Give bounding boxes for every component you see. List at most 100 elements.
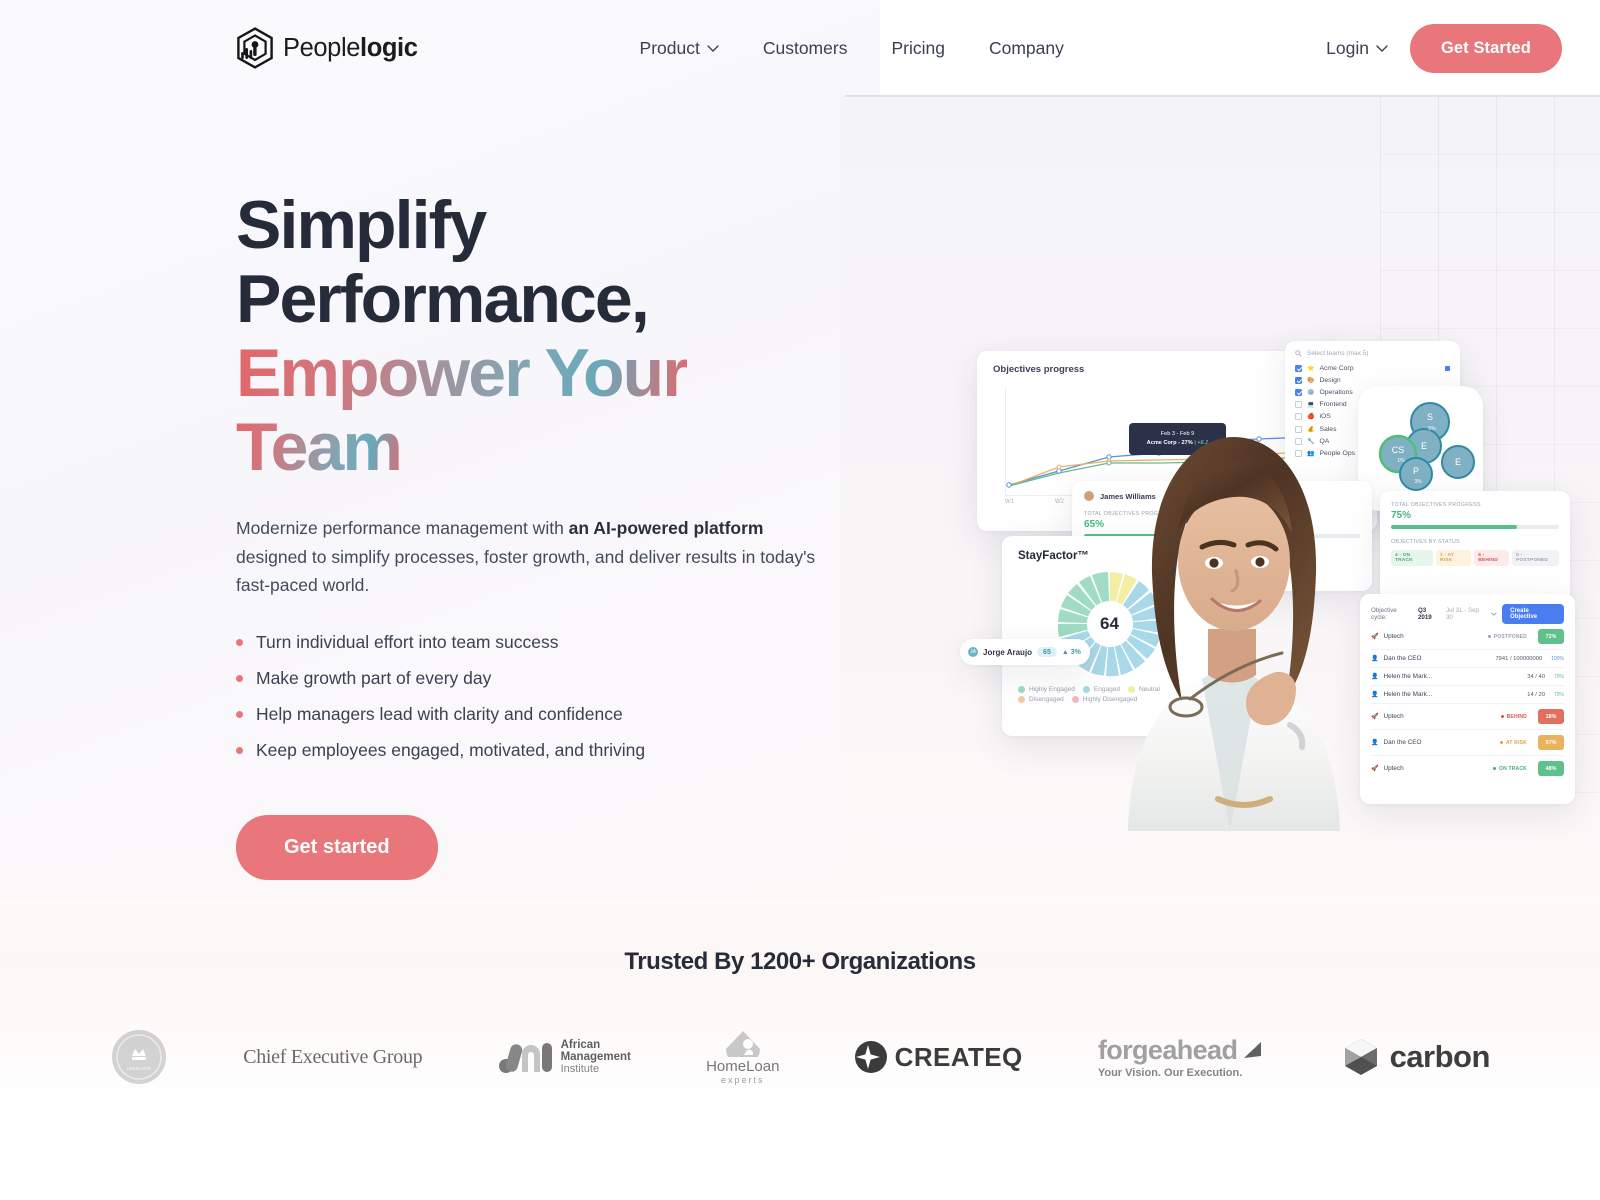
objective-cycle-row: Objective cycle: Q3 2019 Jul 31 - Sep 30… <box>1371 604 1564 624</box>
chevron-down-icon <box>1376 44 1388 52</box>
objective-numbers: 7941 / 100000000 <box>1495 655 1543 662</box>
search-icon <box>1295 350 1302 357</box>
client-logo-homeloan-experts: HomeLoan experts <box>706 1029 779 1085</box>
nav-label-product: Product <box>639 37 700 58</box>
team-row[interactable]: ⭐ Acme Corp <box>1295 362 1450 374</box>
client-logo-ami: African Management Institute <box>498 1039 631 1075</box>
team-label: Frontend <box>1319 401 1347 409</box>
table-row[interactable]: 🚀 Uptech ON TRACK 48% <box>1371 756 1564 781</box>
svg-text:5%: 5% <box>1428 426 1436 432</box>
create-objective-button[interactable]: Create Objective <box>1502 604 1564 624</box>
nav-item-pricing[interactable]: Pricing <box>869 28 967 69</box>
primary-navigation: Product Customers Pricing Company <box>618 28 1086 69</box>
legend-entry: Disengaged <box>1018 696 1064 703</box>
total-objectives-progress-card: TOTAL OBJECTIVES PROGRESS 75% OBJECTIVES… <box>1380 491 1570 601</box>
table-row[interactable]: 🚀 Uptech POSTPONED 72% <box>1371 624 1564 650</box>
team-emoji-icon: ⚙️ <box>1307 389 1315 396</box>
status-badge: ON TRACK <box>1493 766 1527 772</box>
table-row[interactable]: 👤 Helen the Mark... 34 / 40 70% <box>1371 668 1564 686</box>
delta-badge: ▲ 3% <box>1061 648 1081 656</box>
ami-mark-icon <box>498 1043 552 1073</box>
logo[interactable]: Peoplelogic <box>236 27 418 69</box>
subtitle-bold: an AI-powered platform <box>568 518 764 538</box>
client-logo-row: CHARLOTTE Chief Executive Group African … <box>0 1028 1600 1086</box>
table-row[interactable]: 👤 Helen the Mark... 14 / 20 70% <box>1371 686 1564 704</box>
ami-line-1: African <box>560 1039 601 1051</box>
list-item: Turn individual effort into team success <box>236 629 836 655</box>
x-tick: W2 <box>1055 499 1064 505</box>
svg-text:CS: CS <box>1392 445 1405 455</box>
jorge-araujo-row: JA Jorge Araujo 65 ▲ 3% <box>960 639 1090 665</box>
headline-line-3: Empower Your <box>236 335 689 411</box>
get-started-button[interactable]: Get Started <box>1409 23 1562 73</box>
nav-item-product[interactable]: Product <box>618 28 741 69</box>
svg-text:CHARLOTTE: CHARLOTTE <box>127 1066 151 1071</box>
status-kicker: OBJECTIVES BY STATUS <box>1391 539 1460 545</box>
objective-name: Uptech <box>1383 633 1404 640</box>
team-emoji-icon: 🎨 <box>1307 377 1315 384</box>
team-label: Operations <box>1319 388 1353 396</box>
chevron-down-icon <box>707 44 719 52</box>
x-tick: W1 <box>1005 499 1014 505</box>
team-row[interactable]: 🎨 Design <box>1295 374 1450 386</box>
logo-suffix: logic <box>360 33 418 62</box>
client-logo-carbon: carbon <box>1341 1037 1490 1077</box>
nav-label-pricing: Pricing <box>891 37 945 58</box>
header-actions: Login Get Started <box>1322 23 1562 73</box>
legend-label: Highly Engaged <box>1029 686 1075 693</box>
status-label: BEHIND <box>1506 713 1527 720</box>
ami-line-2: Management <box>560 1051 631 1063</box>
cycle-value: Q3 2019 <box>1417 607 1432 621</box>
carbon-wordmark: carbon <box>1389 1039 1491 1074</box>
svg-text:P: P <box>1413 466 1419 476</box>
client-logo-chief-executive-group: Chief Executive Group <box>243 1045 423 1068</box>
headline-line-2: Performance, <box>236 261 650 337</box>
objective-name: Dan the CEO <box>1383 739 1422 746</box>
svg-text:E: E <box>1455 457 1461 467</box>
createq-mark-icon <box>854 1041 887 1073</box>
table-row[interactable]: 👤 Dan the CEO AT RISK 57% <box>1371 730 1564 756</box>
avatar: JA <box>968 647 978 657</box>
status-badge: 6 - BEHIND <box>1474 550 1510 566</box>
hero-person-photo <box>1128 437 1340 831</box>
checkbox[interactable] <box>1295 401 1302 409</box>
checkbox[interactable] <box>1295 376 1302 384</box>
progress-chip: 72% <box>1538 629 1564 644</box>
login-menu[interactable]: Login <box>1322 28 1392 69</box>
progress-chip: 18% <box>1538 709 1564 724</box>
table-row[interactable]: 🚀 Uptech BEHIND 18% <box>1371 704 1564 730</box>
trusted-title: Trusted By 1200+ Organizations <box>624 948 976 975</box>
team-emoji-icon: ⭐ <box>1307 365 1315 372</box>
status-badge: 1 - AT RISK <box>1436 550 1472 566</box>
progress-chip: 57% <box>1538 735 1564 750</box>
nav-item-company[interactable]: Company <box>967 28 1086 69</box>
checkbox[interactable] <box>1295 388 1302 396</box>
nav-item-customers[interactable]: Customers <box>741 28 870 69</box>
list-item: Help managers lead with clarity and conf… <box>236 701 836 727</box>
svg-text:1%: 1% <box>1397 458 1405 464</box>
progress-chip: 70% <box>1553 691 1564 698</box>
progress-chip: 48% <box>1538 761 1564 776</box>
table-row[interactable]: 👤 Dan the CEO 7941 / 100000000 100% <box>1371 650 1564 668</box>
forgeahead-wordmark: forgeahead <box>1097 1035 1238 1065</box>
peoplelogic-hexagon-icon <box>237 27 273 69</box>
team-search-field[interactable]: Select teams (max 5) <box>1295 350 1450 362</box>
homeloan-roof-icon <box>725 1031 760 1057</box>
hero-get-started-button[interactable]: Get started <box>236 814 438 880</box>
list-item: Keep employees engaged, motivated, and t… <box>236 737 836 763</box>
status-badge: BEHIND <box>1500 713 1527 720</box>
objective-numbers: 14 / 20 <box>1527 691 1545 698</box>
status-badge: 4 - ON TRACK <box>1391 550 1433 566</box>
progress-chip: 100% <box>1551 655 1564 662</box>
progress-bar <box>1391 525 1559 529</box>
legend-label: Disengaged <box>1029 696 1064 703</box>
chevron-down-icon[interactable] <box>1491 612 1497 616</box>
page-title: Simplify Performance, Empower Your Team <box>236 188 836 484</box>
homeloan-sub: experts <box>721 1075 765 1085</box>
nav-label-company: Company <box>988 37 1064 58</box>
logo-wordmark: Peoplelogic <box>283 34 418 63</box>
carbon-cube-icon <box>1344 1039 1377 1075</box>
checkbox[interactable] <box>1295 364 1302 372</box>
subtitle-after: designed to simplify processes, foster g… <box>236 546 816 596</box>
score-badge: 65 <box>1037 647 1057 657</box>
